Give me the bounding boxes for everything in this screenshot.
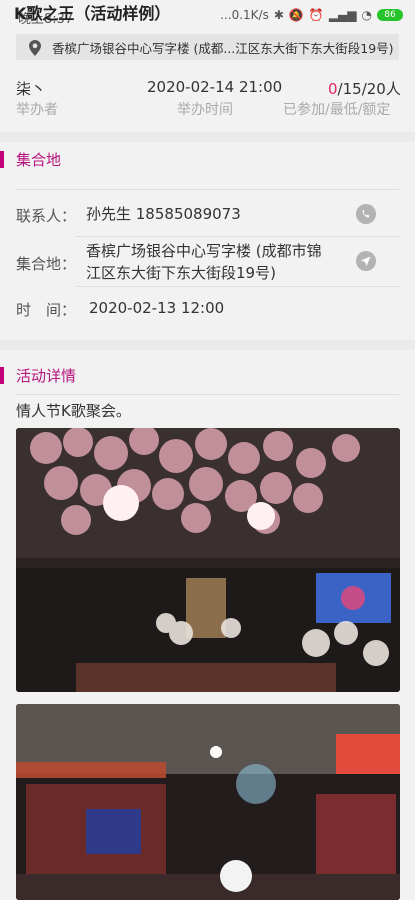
- status-bar: 晚上8:37 K歌之王（活动样例） ...0.1K/s ✱ 🔕 ⏰ ▂▄▆ ◔ …: [0, 0, 415, 30]
- joined-count: 0: [328, 80, 338, 98]
- time-value: 2020-02-13 12:00: [89, 299, 225, 317]
- time-label: 时 间：: [16, 301, 77, 319]
- divider: [76, 236, 399, 237]
- status-icons: ...0.1K/s ✱ 🔕 ⏰ ▂▄▆ ◔ 86: [220, 8, 403, 22]
- organizer-label: 举办者: [16, 102, 58, 118]
- venue-photo[interactable]: [16, 704, 400, 900]
- activity-photo[interactable]: [16, 428, 400, 692]
- capacity-rest: /15/20人: [337, 80, 401, 98]
- capacity-count: 0/15/20人: [328, 78, 401, 99]
- bluetooth-icon: ✱: [273, 8, 284, 22]
- page-title: K歌之王（活动样例）: [14, 4, 171, 23]
- location-address: 香槟广场银谷中心写字楼 (成都...江区东大街下东大街段19号): [52, 40, 394, 56]
- alarm-icon: ⏰: [308, 8, 324, 22]
- event-datetime-label: 举办时间: [177, 102, 233, 118]
- phone-icon[interactable]: [356, 204, 376, 224]
- location-pin-icon: [28, 40, 42, 56]
- event-datetime: 2020-02-14 21:00: [147, 78, 283, 96]
- divider: [16, 189, 399, 190]
- contact-label: 联系人：: [16, 207, 77, 225]
- details-section-header: 活动详情: [0, 360, 76, 390]
- divider: [76, 286, 399, 287]
- navigate-icon[interactable]: [356, 251, 376, 271]
- meeting-section-title: 集合地: [16, 150, 62, 169]
- organizer-name: 柒丶: [16, 80, 47, 98]
- details-section-title: 活动详情: [16, 366, 77, 385]
- section-accent: [0, 366, 4, 384]
- activity-description: 情人节K歌聚会。: [16, 402, 131, 420]
- mute-icon: 🔕: [288, 8, 304, 22]
- place-line-1: 香槟广场银谷中心写字楼 (成都市锦: [86, 242, 322, 260]
- divider: [0, 132, 415, 142]
- network-speed: ...0.1K/s: [220, 8, 269, 22]
- divider: [16, 394, 399, 395]
- section-accent: [0, 150, 4, 168]
- location-bar[interactable]: 香槟广场银谷中心写字楼 (成都...江区东大街下东大街段19号): [16, 34, 399, 60]
- place-line-2: 江区东大街下东大街段19号): [86, 264, 276, 282]
- contact-value: 孙先生 18585089073: [86, 205, 241, 223]
- signal-icon: ▂▄▆: [328, 8, 357, 22]
- divider: [0, 340, 415, 350]
- wifi-icon: ◔: [361, 8, 372, 22]
- place-label: 集合地：: [16, 255, 77, 273]
- meeting-section-header: 集合地: [0, 144, 61, 174]
- capacity-label: 已参加/最低/额定: [283, 102, 391, 118]
- battery-icon: 86: [377, 9, 403, 21]
- activity-stats: 柒丶 举办者 2020-02-14 21:00 举办时间 0/15/20人 已参…: [0, 78, 415, 118]
